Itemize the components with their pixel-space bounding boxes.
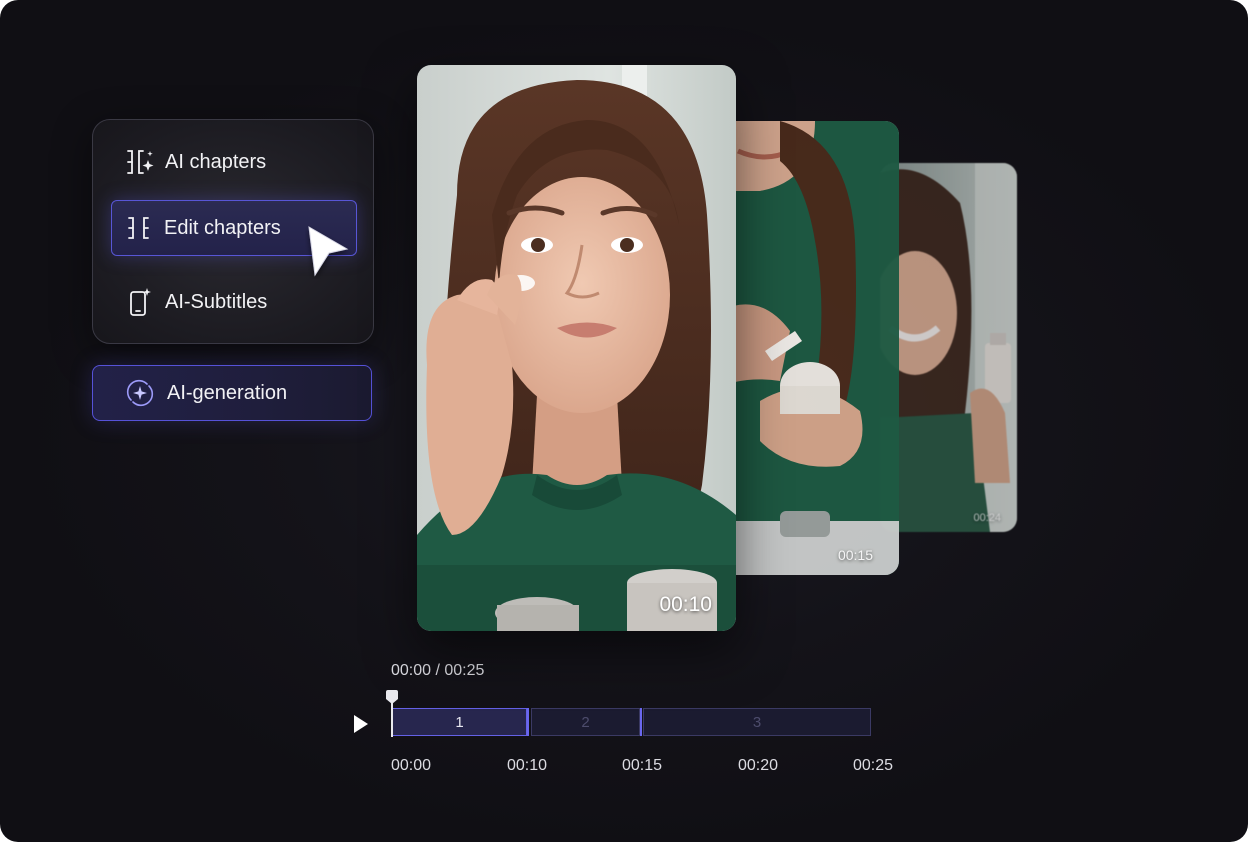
- segment-label: 1: [455, 713, 464, 731]
- tick-label: 00:20: [738, 757, 779, 774]
- menu-item-label: Edit chapters: [164, 216, 281, 239]
- menu-item-label: AI chapters: [165, 150, 267, 173]
- timeline-segment[interactable]: 2: [531, 708, 640, 736]
- video-thumbnail-card[interactable]: 00:15: [720, 121, 899, 575]
- video-thumbnail-card-main[interactable]: 00:10: [417, 65, 736, 631]
- app-stage: AI chapters Edit chapters AI-Subtitles A…: [0, 0, 1248, 842]
- tick-label: 00:10: [507, 757, 548, 774]
- play-button[interactable]: [350, 712, 372, 736]
- tick-label: 00:00: [391, 757, 432, 774]
- card-timestamp: 00:24: [973, 512, 1001, 524]
- playhead-handle[interactable]: [385, 690, 399, 743]
- video-thumbnail-image: [880, 163, 1017, 532]
- menu-item-label: AI-Subtitles: [165, 290, 268, 313]
- segment-label: 3: [752, 713, 762, 731]
- segment-divider-handle[interactable]: [640, 708, 642, 736]
- ai-generation-button[interactable]: AI-generation: [92, 365, 372, 421]
- segment-label: 2: [581, 713, 590, 731]
- mouse-pointer-icon: [305, 223, 351, 284]
- chapters-menu-panel: AI chapters Edit chapters AI-Subtitles: [92, 119, 374, 344]
- menu-item-ai-chapters[interactable]: AI chapters: [111, 134, 357, 190]
- chapter-brackets-icon: [122, 211, 156, 245]
- card-timestamp: 00:15: [837, 547, 873, 563]
- tick-label: 00:15: [622, 757, 663, 774]
- video-thumbnail-card[interactable]: 00:24: [880, 163, 1017, 532]
- card-timestamp: 00:10: [659, 593, 712, 616]
- video-thumbnail-image: [720, 121, 899, 575]
- timeline-segment[interactable]: 1: [392, 708, 527, 736]
- time-readout: 00:00 / 00:25: [391, 662, 485, 679]
- play-icon: [354, 715, 368, 733]
- tick-label: 00:25: [853, 757, 894, 774]
- phone-sparkle-icon: [123, 285, 157, 319]
- ai-generation-label: AI-generation: [167, 381, 288, 404]
- video-thumbnail-image: [417, 65, 736, 631]
- segment-divider-handle[interactable]: [527, 708, 529, 736]
- timeline-segment[interactable]: 3: [643, 708, 871, 736]
- ai-chapters-icon: [123, 145, 157, 179]
- sparkle-orbit-icon: [123, 376, 157, 410]
